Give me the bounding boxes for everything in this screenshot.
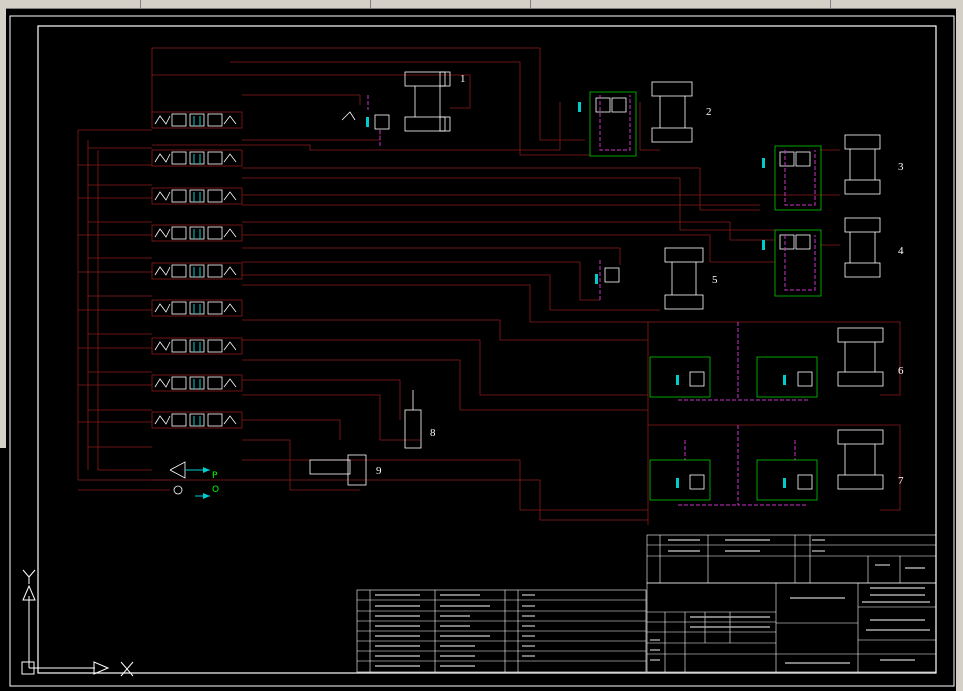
drawing-frame: [37, 25, 937, 674]
component-label-1: 1: [460, 73, 466, 85]
component-label-4: 4: [898, 245, 904, 257]
pressure-port-label: P: [212, 471, 218, 481]
tank-port-label: O: [212, 485, 219, 495]
component-label-9: 9: [376, 465, 382, 477]
cad-drawing-area[interactable]: P O 1 2 3 4 5 6 7 8 9: [0, 8, 956, 691]
flow-markers: [366, 102, 786, 488]
directional-valve-stack: [151, 111, 243, 429]
hydraulic-circuit: [77, 47, 901, 525]
toolbar-segment-file[interactable]: [0, 0, 141, 8]
pump-and-tank-ports: P O: [169, 461, 219, 499]
title-block: [356, 534, 937, 673]
component-label-3: 3: [898, 161, 904, 173]
title-block-text-placeholders: [375, 539, 930, 667]
component-label-5: 5: [712, 274, 718, 286]
component-label-6: 6: [898, 365, 904, 377]
ucs-icon: [21, 569, 134, 677]
toolbar-segment-layers[interactable]: [140, 0, 371, 8]
component-label-8: 8: [430, 427, 436, 439]
vertical-scrollbar[interactable]: [956, 8, 963, 691]
component-label-7: 7: [898, 475, 904, 487]
toolbar-segment-styles[interactable]: [370, 0, 531, 8]
toolbar-segment-properties[interactable]: [530, 0, 831, 8]
valve-subframes: [589, 91, 822, 501]
component-label-2: 2: [706, 106, 712, 118]
